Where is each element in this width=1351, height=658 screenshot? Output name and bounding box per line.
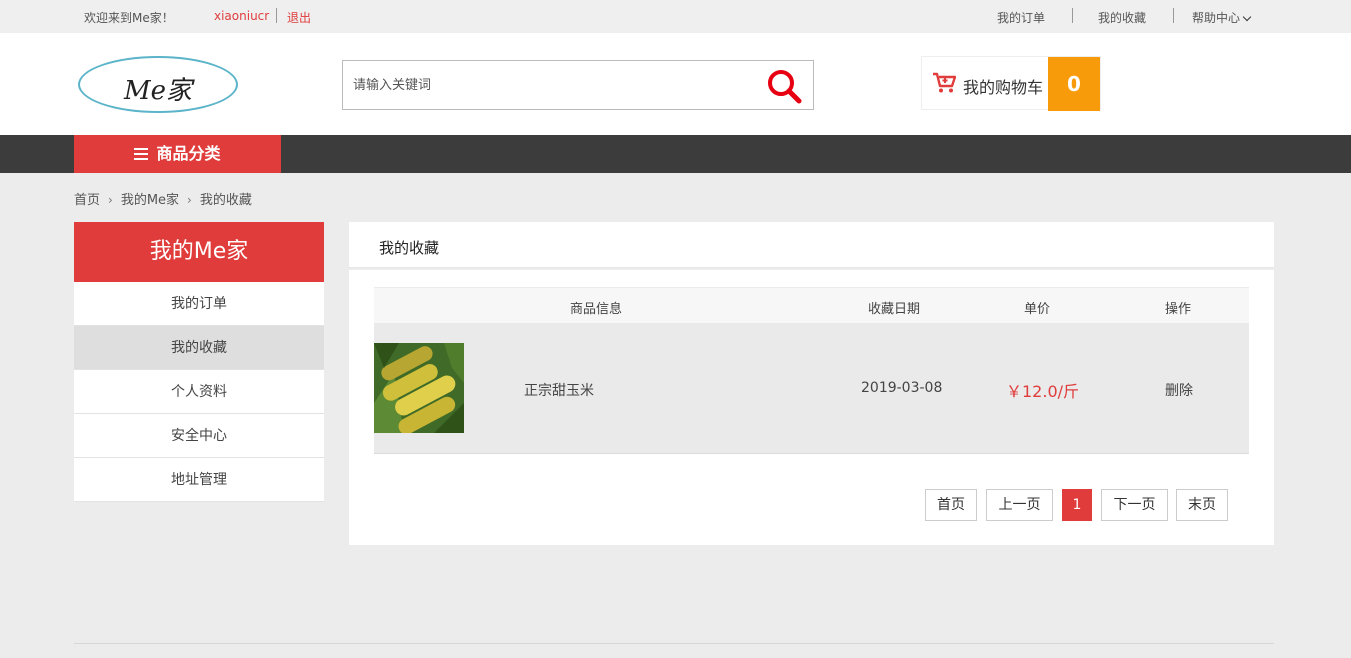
column-header-price: 单价: [1024, 302, 1051, 317]
category-button[interactable]: 商品分类: [74, 135, 281, 173]
cart-count-badge: 0: [1048, 57, 1100, 111]
divider: [1173, 8, 1174, 23]
help-center-menu[interactable]: 帮助中心: [1192, 9, 1252, 26]
cart-button[interactable]: 我的购物车 0: [921, 56, 1101, 111]
sidebar-item-profile[interactable]: 个人资料: [74, 370, 324, 414]
breadcrumb-current: 我的收藏: [199, 193, 252, 208]
pagination-next[interactable]: 下一页: [1101, 489, 1168, 521]
panel-header: 我的收藏: [349, 222, 1274, 268]
breadcrumb-my-home[interactable]: 我的Me家: [121, 189, 179, 208]
site-logo[interactable]: Me家: [78, 56, 238, 113]
category-label: 商品分类: [156, 144, 221, 163]
help-center-label: 帮助中心: [1192, 11, 1241, 25]
logo-text: Me家: [123, 76, 192, 106]
cart-label: 我的购物车: [963, 78, 1044, 97]
cart-icon: [933, 72, 956, 93]
search-input[interactable]: [353, 61, 753, 109]
chevron-right-icon: ›: [187, 193, 192, 207]
pagination-page-current[interactable]: 1: [1062, 489, 1092, 521]
search-icon: [768, 70, 802, 104]
my-favorites-link[interactable]: 我的收藏: [1098, 9, 1146, 26]
sidebar-title: 我的Me家: [74, 222, 324, 282]
sidebar-item-favorites[interactable]: 我的收藏: [74, 326, 324, 370]
top-bar: 欢迎来到Me家！ xiaoniucr 退出 我的订单 我的收藏 帮助中心: [0, 0, 1351, 33]
main-nav: 商品分类: [0, 135, 1351, 173]
site-header: Me家 我的购物车 0: [0, 33, 1351, 135]
divider: [276, 8, 277, 23]
favorite-date: 2019-03-08: [861, 380, 943, 396]
pagination-first[interactable]: 首页: [925, 489, 977, 521]
corn-image: [374, 343, 464, 433]
breadcrumb: 首页 › 我的Me家 › 我的收藏: [74, 189, 252, 208]
username-link[interactable]: xiaoniucr: [214, 9, 269, 23]
footer-divider: [74, 643, 1274, 644]
column-header-product: 商品信息: [570, 302, 623, 317]
logout-link[interactable]: 退出: [287, 9, 311, 26]
favorites-panel: 商品信息 收藏日期 单价 操作 正宗甜玉米 2019-03-08 ￥12.0/斤…: [349, 270, 1274, 545]
pagination-prev[interactable]: 上一页: [986, 489, 1053, 521]
table-header: 商品信息 收藏日期 单价 操作: [374, 287, 1249, 323]
account-sidebar: 我的Me家 我的订单 我的收藏 个人资料 安全中心 地址管理: [74, 222, 324, 502]
sidebar-item-orders[interactable]: 我的订单: [74, 282, 324, 326]
search-box: [342, 60, 814, 110]
my-orders-link[interactable]: 我的订单: [997, 9, 1045, 26]
page-title: 我的收藏: [379, 239, 440, 257]
chevron-right-icon: ›: [108, 193, 113, 207]
product-thumbnail[interactable]: [374, 343, 464, 433]
search-button[interactable]: [765, 67, 805, 105]
menu-icon: [134, 148, 149, 160]
sidebar-item-address[interactable]: 地址管理: [74, 458, 324, 502]
column-header-action: 操作: [1165, 302, 1192, 317]
pagination-last[interactable]: 末页: [1176, 489, 1228, 521]
column-header-date: 收藏日期: [868, 302, 921, 317]
chevron-down-icon: [1242, 12, 1252, 22]
table-row: 正宗甜玉米 2019-03-08 ￥12.0/斤 删除: [374, 323, 1249, 454]
product-name[interactable]: 正宗甜玉米: [524, 380, 594, 400]
sidebar-item-security[interactable]: 安全中心: [74, 414, 324, 458]
welcome-text: 欢迎来到Me家！: [84, 11, 174, 25]
divider: [1072, 8, 1073, 23]
unit-price: ￥12.0/斤: [1006, 382, 1080, 401]
delete-button[interactable]: 删除: [1165, 380, 1193, 400]
breadcrumb-home[interactable]: 首页: [74, 189, 100, 208]
